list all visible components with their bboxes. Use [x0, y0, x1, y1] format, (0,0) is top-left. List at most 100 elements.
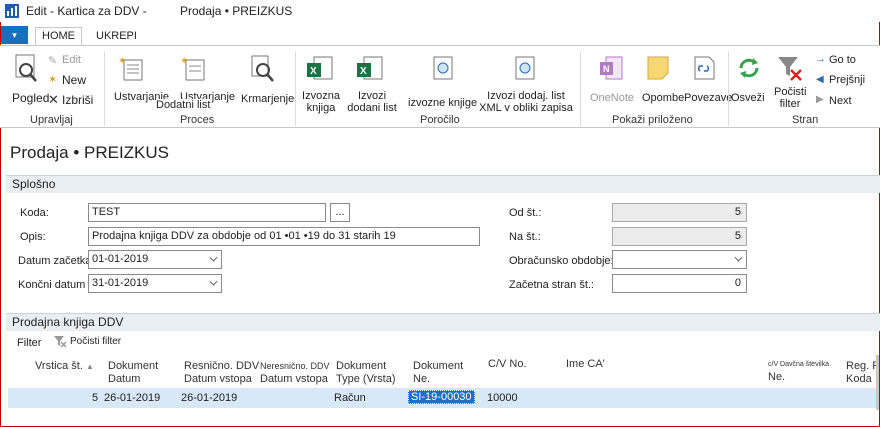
- filter-label[interactable]: Filter: [17, 337, 41, 349]
- goto-button[interactable]: → Go to: [815, 53, 875, 68]
- group-proces-label: Proces: [180, 114, 215, 126]
- new-button[interactable]: ✶ New: [48, 73, 93, 87]
- cell-dok-datum[interactable]: 26-01-2019: [104, 392, 160, 404]
- chevron-down-icon: [209, 277, 218, 286]
- link-icon: [694, 56, 715, 80]
- izbrisi-button[interactable]: ✕ Izbriši: [48, 92, 103, 107]
- col-cv-davcna[interactable]: c/V Davčna številka. Ne.: [768, 358, 831, 384]
- create-sheet-icon: ✶: [180, 56, 205, 81]
- izvozne-knjige-button[interactable]: izvozne knjige: [408, 52, 477, 114]
- create-list-icon: ✶: [118, 56, 143, 81]
- excel-icon: X: [307, 56, 333, 80]
- svg-text:N: N: [603, 64, 610, 74]
- cell-resnicno-datum[interactable]: 26-01-2019: [181, 392, 237, 404]
- group-pokazi-label: Pokaži priloženo: [612, 114, 693, 126]
- ribbon-separator: [295, 52, 296, 126]
- app-icon: [5, 4, 19, 18]
- file-menu-button[interactable]: ▾: [1, 26, 28, 44]
- opis-label: Opis:: [20, 231, 46, 243]
- tab-ukrepi[interactable]: UKREPI: [90, 28, 143, 45]
- col-cv-no[interactable]: C/V No.: [488, 358, 527, 371]
- col-dokument-datum[interactable]: Dokument Datum: [108, 360, 158, 386]
- na-st-field: 5: [612, 227, 747, 246]
- chevron-down-icon: [734, 253, 743, 262]
- cell-type[interactable]: Račun: [334, 392, 366, 404]
- prejsnji-button[interactable]: ◀ Prejšnji: [815, 74, 875, 88]
- izvozna-knjiga-button[interactable]: X Izvozna knjiga: [300, 52, 342, 114]
- col-resnicno-ddv[interactable]: Resnično. DDV Datum vstopa: [184, 360, 259, 386]
- section-splosno-header[interactable]: Splošno: [6, 175, 880, 193]
- section-knjiga-header[interactable]: Prodajna knjiga DDV: [6, 313, 880, 331]
- cell-vrstica[interactable]: 5: [92, 392, 98, 404]
- od-st-field: 5: [612, 203, 747, 222]
- group-upravljaj-label: Upravljaj: [30, 114, 73, 126]
- izvozi-xml-button[interactable]: Izvozi dodaj. list XML v obliki zapisa: [476, 52, 576, 114]
- datum-zacetka-label: Datum začetka: [18, 255, 92, 267]
- datum-zacetka-select[interactable]: 01-01-2019: [88, 250, 222, 269]
- col-dokument-type[interactable]: Dokument Type (Vrsta): [336, 360, 396, 386]
- koda-label: Koda:: [20, 207, 49, 219]
- na-st-label: Na št.:: [509, 231, 541, 243]
- obracunsko-obdobje-select[interactable]: [612, 250, 747, 269]
- refresh-icon: [739, 58, 759, 78]
- col-dokument-ne[interactable]: Dokument Ne.: [413, 360, 463, 386]
- window-subtitle: Prodaja • PREIZKUS: [180, 4, 293, 18]
- arrow-left-icon: ◀: [816, 74, 824, 85]
- pogled-button[interactable]: Pogled: [8, 52, 49, 108]
- svg-text:X: X: [360, 66, 367, 77]
- col-neresnicno-ddv[interactable]: Neresnično. DDV Datum vstopa: [260, 360, 330, 386]
- chevron-down-icon: [209, 253, 218, 262]
- sort-up-icon: ▲: [86, 362, 94, 371]
- svg-text:✶: ✶: [180, 56, 188, 67]
- opombe-button[interactable]: Opombe: [640, 52, 684, 108]
- koda-input[interactable]: TEST: [88, 203, 326, 222]
- pocisti-filter-button[interactable]: Počisti filter: [772, 52, 808, 114]
- col-ime-ca[interactable]: Ime CA': [566, 358, 605, 371]
- xml-export-icon: [515, 56, 535, 80]
- next-button[interactable]: ▶ Next: [815, 94, 875, 108]
- onenote-button[interactable]: N OneNote: [588, 52, 638, 108]
- xml-export-icon: [433, 56, 453, 80]
- ribbon: Pogled ✎ Edit ✶ New ✕ Izbriši Upravljaj …: [0, 45, 880, 128]
- col-reg[interactable]: Reg. Rt Koda: [846, 360, 880, 386]
- zacetna-stran-label: Začetna stran št.:: [509, 279, 594, 291]
- ustvarjanje-dodatni-list-button[interactable]: ✶ Ustvarjanje Dodatni list: [156, 52, 238, 111]
- ribbon-separator: [104, 52, 105, 126]
- delete-icon: ✕: [48, 92, 59, 107]
- window-title: Edit - Kartica za DDV -: [26, 4, 147, 18]
- svg-text:X: X: [310, 66, 317, 77]
- group-porocilo-label: Poročilo: [420, 114, 460, 126]
- col-vrstica[interactable]: Vrstica št.: [35, 360, 83, 373]
- ribbon-separator: [728, 52, 729, 126]
- navigate-icon: [251, 55, 274, 82]
- view-icon: [15, 54, 37, 82]
- cell-dok-ne[interactable]: SI-19-00030: [408, 390, 475, 404]
- od-st-label: Od št.:: [509, 207, 542, 219]
- koncni-datum-select[interactable]: 31-01-2019: [88, 274, 222, 293]
- koncni-datum-label: Končni datum: [18, 279, 86, 291]
- ribbon-separator: [580, 52, 581, 126]
- opis-input[interactable]: Prodajna knjiga DDV za obdobje od 01 •01…: [88, 227, 480, 246]
- povezave-button[interactable]: Povezave: [684, 52, 732, 108]
- arrow-next-icon: ▶: [816, 94, 824, 105]
- krmarjenje-button[interactable]: Krmarjenje: [240, 52, 298, 108]
- pocisti-filter-link[interactable]: Počisti filter: [54, 335, 134, 349]
- arrow-right-icon: →: [815, 53, 826, 65]
- koda-lookup-button[interactable]: ...: [330, 203, 350, 222]
- page-title: Prodaja • PREIZKUS: [10, 143, 170, 162]
- grid-scrollbar[interactable]: [876, 355, 879, 410]
- osvezi-button[interactable]: Osveži: [731, 52, 767, 108]
- izvozi-dodani-list-button[interactable]: X Izvozi dodani list: [342, 52, 400, 114]
- note-icon: [647, 56, 669, 80]
- group-stran-label: Stran: [792, 114, 819, 126]
- svg-text:✶: ✶: [118, 56, 126, 67]
- zacetna-stran-input[interactable]: 0: [612, 274, 747, 293]
- tab-home[interactable]: HOME: [35, 27, 82, 46]
- excel-icon: X: [357, 56, 383, 80]
- obracunsko-obdobje-label: Obračunsko obdobje:: [509, 255, 614, 267]
- clear-filter-icon: [778, 57, 802, 81]
- clear-filter-icon: [54, 336, 67, 348]
- edit-icon: ✎: [48, 55, 58, 67]
- new-icon: ✶: [48, 74, 58, 86]
- cell-cv-no[interactable]: 10000: [487, 392, 518, 404]
